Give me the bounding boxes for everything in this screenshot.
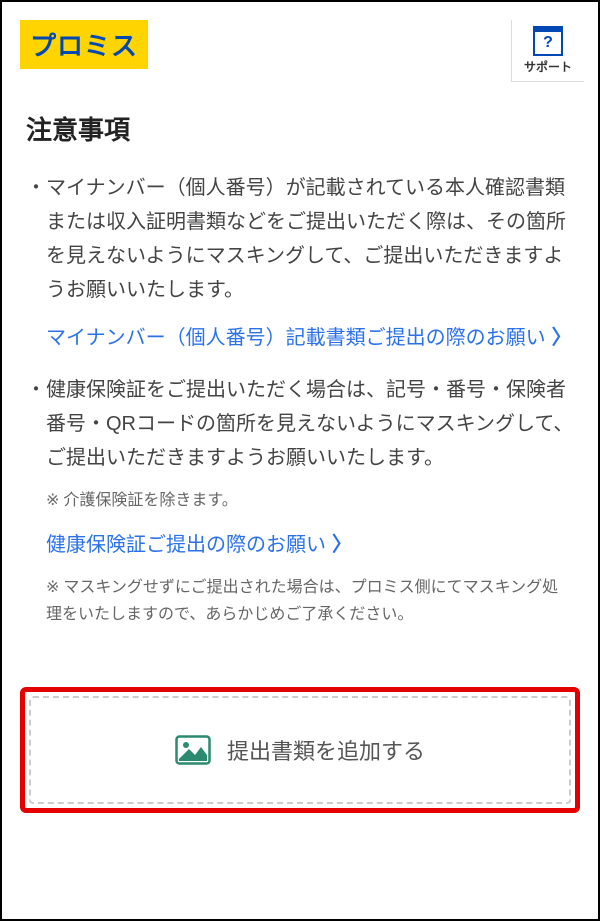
content-area: 注意事項 ・ マイナンバー（個人番号）が記載されている本人確認書類または収入証明… <box>2 90 598 667</box>
add-document-button[interactable]: 提出書類を追加する <box>29 696 571 804</box>
bullet-icon: ・ <box>26 373 46 629</box>
notice-text: 健康保険証をご提出いただく場合は、記号・番号・保険者番号・QRコードの箇所を見え… <box>46 379 573 469</box>
mynumber-link[interactable]: マイナンバー（個人番号）記載書類ご提出の際のお願い〉 <box>46 321 574 355</box>
notice-item: ・ 健康保険証をご提出いただく場合は、記号・番号・保険者番号・QRコードの箇所を… <box>26 373 574 629</box>
support-label: サポート <box>524 58 572 75</box>
footnote: ※マスキングせずにご提出された場合は、プロミス側にてマスキング処理をいたしますの… <box>46 574 574 628</box>
help-icon: ? <box>533 26 563 56</box>
chevron-right-icon: 〉 <box>552 327 572 349</box>
support-button[interactable]: ? サポート <box>511 20 584 82</box>
add-document-highlight: 提出書類を追加する <box>20 687 580 813</box>
add-document-label: 提出書類を追加する <box>227 734 425 766</box>
chevron-right-icon: 〉 <box>332 534 352 556</box>
header: プロミス ? サポート <box>2 2 598 90</box>
image-icon <box>175 735 211 765</box>
brand-logo: プロミス <box>20 20 148 69</box>
bullet-icon: ・ <box>26 171 46 355</box>
notice-text: マイナンバー（個人番号）が記載されている本人確認書類または収入証明書類などをご提… <box>46 177 566 301</box>
notice-item: ・ マイナンバー（個人番号）が記載されている本人確認書類または収入証明書類などを… <box>26 171 574 355</box>
notice-title: 注意事項 <box>26 110 574 147</box>
footnote: ※介護保険証を除きます。 <box>46 487 574 514</box>
insurance-card-link[interactable]: 健康保険証ご提出の際のお願い〉 <box>46 528 574 562</box>
